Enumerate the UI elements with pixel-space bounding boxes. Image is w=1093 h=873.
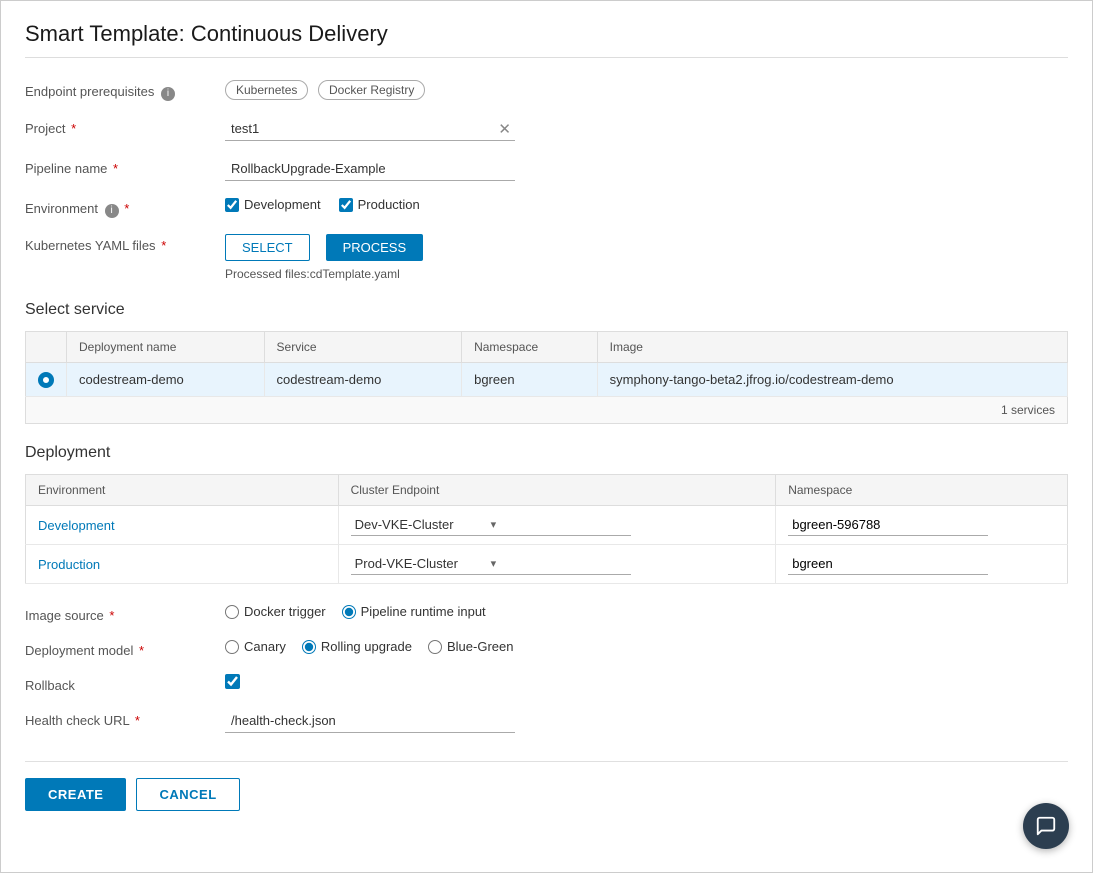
prod-cluster-select[interactable]: Prod-VKE-Cluster ▾ bbox=[351, 553, 631, 575]
cancel-button[interactable]: CANCEL bbox=[136, 778, 239, 811]
project-row: Project * ✕ bbox=[25, 117, 1068, 141]
dep-env-dev: Development bbox=[26, 506, 339, 545]
badge-docker-registry: Docker Registry bbox=[318, 80, 425, 100]
env-production-checkbox[interactable] bbox=[339, 198, 353, 212]
img-src-docker-label[interactable]: Docker trigger bbox=[225, 604, 326, 619]
img-src-pipeline-radio[interactable] bbox=[342, 605, 356, 619]
service-table-footer: 1 services bbox=[25, 397, 1068, 424]
k8s-yaml-row: Kubernetes YAML files * SELECT PROCESS P… bbox=[25, 234, 1068, 281]
img-src-docker-radio[interactable] bbox=[225, 605, 239, 619]
service-table-header: Deployment name Service Namespace Image bbox=[26, 332, 1068, 363]
health-check-content bbox=[225, 709, 1068, 733]
pipeline-name-content bbox=[225, 157, 1068, 181]
dep-model-canary-radio[interactable] bbox=[225, 640, 239, 654]
col-deployment-name: Deployment name bbox=[67, 332, 265, 363]
dep-col-env: Environment bbox=[26, 475, 339, 506]
endpoint-badges: Kubernetes Docker Registry bbox=[225, 80, 1068, 100]
endpoint-label: Endpoint prerequisites i bbox=[25, 80, 225, 101]
dep-model-rolling-radio[interactable] bbox=[302, 640, 316, 654]
k8s-yaml-label: Kubernetes YAML files * bbox=[25, 234, 225, 253]
image-source-options: Docker trigger Pipeline runtime input bbox=[225, 604, 1068, 619]
create-button[interactable]: CREATE bbox=[25, 778, 126, 811]
environment-label: Environment i * bbox=[25, 197, 225, 218]
dep-model-canary-label[interactable]: Canary bbox=[225, 639, 286, 654]
dep-model-bluegreen-radio[interactable] bbox=[428, 640, 442, 654]
project-clear-btn[interactable]: ✕ bbox=[494, 120, 515, 138]
rollback-checkbox[interactable] bbox=[225, 674, 240, 689]
page-title: Smart Template: Continuous Delivery bbox=[25, 21, 1068, 58]
health-check-label: Health check URL * bbox=[25, 709, 225, 728]
img-src-pipeline-label[interactable]: Pipeline runtime input bbox=[342, 604, 486, 619]
page-container: Smart Template: Continuous Delivery Endp… bbox=[0, 0, 1093, 873]
row-selector bbox=[26, 363, 67, 397]
chevron-down-icon-prod: ▾ bbox=[491, 557, 627, 570]
dep-namespace-prod bbox=[776, 545, 1068, 584]
image-source-row: Image source * Docker trigger Pipeline r… bbox=[25, 604, 1068, 623]
health-check-input[interactable] bbox=[225, 709, 515, 733]
dep-namespace-dev bbox=[776, 506, 1068, 545]
deployment-table: Environment Cluster Endpoint Namespace D… bbox=[25, 474, 1068, 584]
project-input[interactable] bbox=[225, 117, 494, 140]
environment-row: Environment i * Development Production bbox=[25, 197, 1068, 218]
prod-namespace-input[interactable] bbox=[788, 553, 988, 575]
select-button[interactable]: SELECT bbox=[225, 234, 310, 261]
pipeline-name-label: Pipeline name * bbox=[25, 157, 225, 176]
pipeline-name-input[interactable] bbox=[225, 157, 515, 181]
deployment-model-row: Deployment model * Canary Rolling upgrad… bbox=[25, 639, 1068, 658]
project-input-wrapper: ✕ bbox=[225, 117, 515, 141]
dep-cluster-prod[interactable]: Prod-VKE-Cluster ▾ bbox=[338, 545, 776, 584]
service-table: Deployment name Service Namespace Image … bbox=[25, 331, 1068, 397]
process-button[interactable]: PROCESS bbox=[326, 234, 424, 261]
chat-icon bbox=[1035, 815, 1057, 837]
env-development-label[interactable]: Development bbox=[225, 197, 321, 212]
deployment-model-label: Deployment model * bbox=[25, 639, 225, 658]
dep-model-rolling-label[interactable]: Rolling upgrade bbox=[302, 639, 412, 654]
deployment-section-title: Deployment bbox=[25, 444, 1068, 462]
dep-model-bluegreen-label[interactable]: Blue-Green bbox=[428, 639, 513, 654]
env-info-icon[interactable]: i bbox=[105, 204, 119, 218]
env-production-label[interactable]: Production bbox=[339, 197, 420, 212]
chevron-down-icon: ▾ bbox=[491, 518, 627, 531]
selected-dot bbox=[38, 372, 54, 388]
dev-namespace-input[interactable] bbox=[788, 514, 988, 536]
table-row[interactable]: codestream-demo codestream-demo bgreen s… bbox=[26, 363, 1068, 397]
env-development-checkbox[interactable] bbox=[225, 198, 239, 212]
dep-col-namespace: Namespace bbox=[776, 475, 1068, 506]
info-icon[interactable]: i bbox=[161, 87, 175, 101]
dep-cluster-dev[interactable]: Dev-VKE-Cluster ▾ bbox=[338, 506, 776, 545]
image-source-label: Image source * bbox=[25, 604, 225, 623]
cell-service: codestream-demo bbox=[264, 363, 462, 397]
deployment-model-options: Canary Rolling upgrade Blue-Green bbox=[225, 639, 1068, 654]
col-selector-header bbox=[26, 332, 67, 363]
environment-checkboxes: Development Production bbox=[225, 197, 1068, 212]
dep-col-cluster: Cluster Endpoint bbox=[338, 475, 776, 506]
bottom-bar: CREATE CANCEL bbox=[25, 761, 1068, 811]
deployment-table-header: Environment Cluster Endpoint Namespace bbox=[26, 475, 1068, 506]
endpoint-prerequisites-row: Endpoint prerequisites i Kubernetes Dock… bbox=[25, 80, 1068, 101]
dep-env-prod: Production bbox=[26, 545, 339, 584]
deployment-row-dev: Development Dev-VKE-Cluster ▾ bbox=[26, 506, 1068, 545]
project-content: ✕ bbox=[225, 117, 1068, 141]
col-service: Service bbox=[264, 332, 462, 363]
rollback-label: Rollback bbox=[25, 674, 225, 693]
dev-cluster-select[interactable]: Dev-VKE-Cluster ▾ bbox=[351, 514, 631, 536]
k8s-yaml-content: SELECT PROCESS Processed files:cdTemplat… bbox=[225, 234, 1068, 281]
processed-files: Processed files:cdTemplate.yaml bbox=[225, 267, 1068, 281]
col-image: Image bbox=[597, 332, 1067, 363]
col-namespace: Namespace bbox=[462, 332, 598, 363]
rollback-content bbox=[225, 674, 1068, 692]
cell-image: symphony-tango-beta2.jfrog.io/codestream… bbox=[597, 363, 1067, 397]
cell-deployment-name: codestream-demo bbox=[67, 363, 265, 397]
project-label: Project * bbox=[25, 117, 225, 136]
chat-button[interactable] bbox=[1023, 803, 1069, 849]
health-check-row: Health check URL * bbox=[25, 709, 1068, 733]
rollback-row: Rollback bbox=[25, 674, 1068, 693]
pipeline-name-row: Pipeline name * bbox=[25, 157, 1068, 181]
badge-kubernetes: Kubernetes bbox=[225, 80, 308, 100]
deployment-row-prod: Production Prod-VKE-Cluster ▾ bbox=[26, 545, 1068, 584]
select-service-title: Select service bbox=[25, 301, 1068, 319]
cell-namespace: bgreen bbox=[462, 363, 598, 397]
